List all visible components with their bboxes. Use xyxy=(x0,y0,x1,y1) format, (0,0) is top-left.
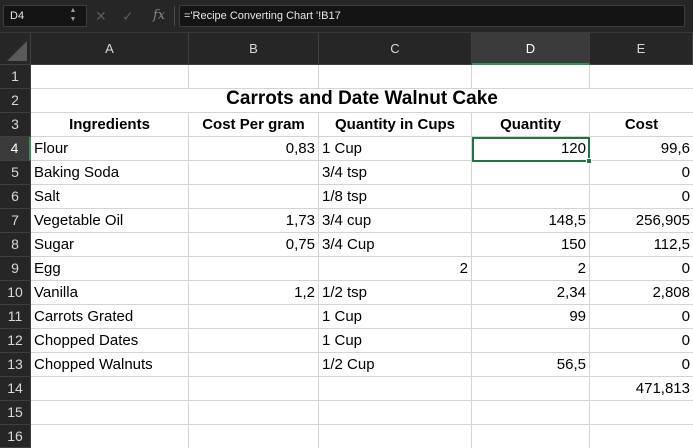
cell-cost-per-gram[interactable] xyxy=(189,353,318,377)
cell-quantity[interactable]: 56,5 xyxy=(472,353,589,377)
column-header-d[interactable]: D xyxy=(472,33,590,65)
cell-cost[interactable]: 0 xyxy=(590,329,693,353)
cell-quantity[interactable]: 99 xyxy=(472,305,589,329)
column-header-b[interactable]: B xyxy=(189,33,319,65)
cell-cost[interactable]: 0 xyxy=(590,161,693,185)
cell-ingredient[interactable]: Vegetable Oil xyxy=(31,209,188,233)
name-box-dropdown-icon[interactable]: ▲ ▼ xyxy=(69,6,77,24)
cell-cost[interactable]: 256,905 xyxy=(590,209,693,233)
row-header-1[interactable]: 1 xyxy=(0,65,31,89)
select-all-icon xyxy=(7,41,27,61)
row-header-15[interactable]: 15 xyxy=(0,401,31,425)
header-cost[interactable]: Cost xyxy=(590,113,693,137)
cell-cost-per-gram[interactable]: 1,73 xyxy=(189,209,318,233)
gridline xyxy=(31,424,693,425)
cell-cost[interactable]: 99,6 xyxy=(590,137,693,161)
cell-quantity[interactable] xyxy=(472,185,589,209)
cell-ingredient[interactable]: Flour xyxy=(31,137,188,161)
cell-quantity[interactable]: 2,34 xyxy=(472,281,589,305)
header-ingredients[interactable]: Ingredients xyxy=(31,113,188,137)
cell-ingredient[interactable]: Sugar xyxy=(31,233,188,257)
cell-cost[interactable]: 0 xyxy=(590,353,693,377)
cell-quantity-in-cups[interactable]: 3/4 cup xyxy=(319,209,471,233)
formula-input[interactable]: ='Recipe Converting Chart '!B17 xyxy=(179,5,685,27)
cell-quantity-in-cups[interactable]: 1/8 tsp xyxy=(319,185,471,209)
row-header-11[interactable]: 11 xyxy=(0,305,31,329)
column-header-a[interactable]: A xyxy=(31,33,189,65)
cell-ingredient[interactable]: Egg xyxy=(31,257,188,281)
cell-cost[interactable]: 0 xyxy=(590,257,693,281)
cell-quantity[interactable]: 150 xyxy=(472,233,589,257)
cell-total-cost[interactable]: 471,813 xyxy=(590,377,693,401)
row-header-5[interactable]: 5 xyxy=(0,161,31,185)
insert-function-icon[interactable]: fx xyxy=(153,6,165,26)
cell-ingredient[interactable]: Vanilla xyxy=(31,281,188,305)
row-header-3[interactable]: 3 xyxy=(0,113,31,137)
row-header-2[interactable]: 2 xyxy=(0,89,31,113)
cell-quantity[interactable]: 148,5 xyxy=(472,209,589,233)
row-header-10[interactable]: 10 xyxy=(0,281,31,305)
cell-cost[interactable]: 0 xyxy=(590,305,693,329)
cell-grid[interactable]: Carrots and Date Walnut Cake Ingredients… xyxy=(31,65,693,448)
cell-quantity-in-cups[interactable]: 1 Cup xyxy=(319,305,471,329)
cell-ingredient[interactable]: Chopped Walnuts xyxy=(31,353,188,377)
row-header-9[interactable]: 9 xyxy=(0,257,31,281)
column-header-e[interactable]: E xyxy=(590,33,693,65)
cell-cost-per-gram[interactable] xyxy=(189,185,318,209)
row-header-12[interactable]: 12 xyxy=(0,329,31,353)
column-header-c[interactable]: C xyxy=(319,33,472,65)
cell-quantity[interactable]: 2 xyxy=(472,257,589,281)
cell-quantity-in-cups[interactable]: 1 Cup xyxy=(319,329,471,353)
cell-cost-per-gram[interactable]: 1,2 xyxy=(189,281,318,305)
cell-cost-per-gram[interactable]: 0,83 xyxy=(189,137,318,161)
row-header-16[interactable]: 16 xyxy=(0,425,31,448)
row-header-6[interactable]: 6 xyxy=(0,185,31,209)
cell-cost-per-gram[interactable] xyxy=(189,257,318,281)
cell-cost-per-gram[interactable] xyxy=(189,329,318,353)
cell-quantity-in-cups[interactable]: 3/4 tsp xyxy=(319,161,471,185)
cell-cost[interactable]: 2,808 xyxy=(590,281,693,305)
cancel-icon[interactable]: ✕ xyxy=(95,6,107,26)
formula-bar: D4 ▲ ▼ ✕ ✓ fx ='Recipe Converting Chart '… xyxy=(0,0,693,33)
header-quantity-in-cups[interactable]: Quantity in Cups xyxy=(319,113,471,137)
cell-cost-per-gram[interactable] xyxy=(189,161,318,185)
cell-cost-per-gram[interactable]: 0,75 xyxy=(189,233,318,257)
select-all-button[interactable] xyxy=(0,33,31,65)
cell-quantity-in-cups[interactable]: 1 Cup xyxy=(319,137,471,161)
row-header-4[interactable]: 4 xyxy=(0,137,31,161)
sheet-title: Carrots and Date Walnut Cake xyxy=(226,88,498,109)
cell-cost[interactable]: 112,5 xyxy=(590,233,693,257)
formula-divider xyxy=(174,6,175,26)
cell-quantity-in-cups[interactable]: 2 xyxy=(319,257,471,281)
active-cell-border xyxy=(472,137,590,162)
cell-cost-per-gram[interactable] xyxy=(189,305,318,329)
cell-ingredient[interactable]: Salt xyxy=(31,185,188,209)
cell-quantity[interactable] xyxy=(472,329,589,353)
row-header-13[interactable]: 13 xyxy=(0,353,31,377)
row-header-7[interactable]: 7 xyxy=(0,209,31,233)
enter-icon[interactable]: ✓ xyxy=(122,6,134,26)
cell-quantity-in-cups[interactable]: 1/2 tsp xyxy=(319,281,471,305)
cell-quantity-in-cups[interactable]: 1/2 Cup xyxy=(319,353,471,377)
fill-handle[interactable] xyxy=(586,158,592,164)
cell-quantity-in-cups[interactable]: 3/4 Cup xyxy=(319,233,471,257)
cell-quantity[interactable] xyxy=(472,161,589,185)
cell-cost[interactable]: 0 xyxy=(590,185,693,209)
row-header-8[interactable]: 8 xyxy=(0,233,31,257)
row-header-14[interactable]: 14 xyxy=(0,377,31,401)
cell-ingredient[interactable]: Baking Soda xyxy=(31,161,188,185)
header-cost-per-gram[interactable]: Cost Per gram xyxy=(189,113,318,137)
header-quantity[interactable]: Quantity xyxy=(472,113,589,137)
cell-ingredient[interactable]: Chopped Dates xyxy=(31,329,188,353)
cell-ingredient[interactable]: Carrots Grated xyxy=(31,305,188,329)
